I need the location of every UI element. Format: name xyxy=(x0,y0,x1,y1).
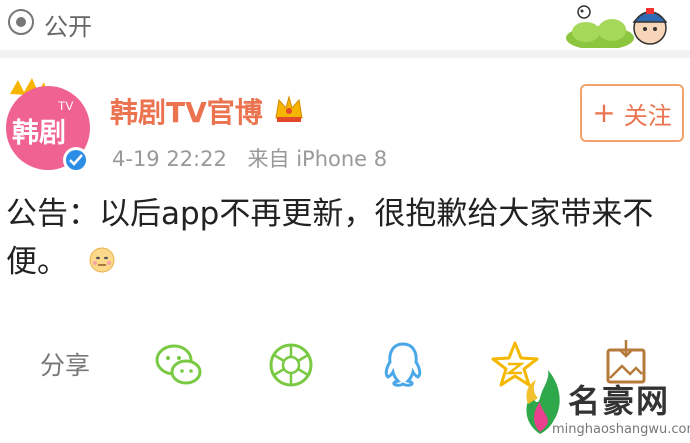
follow-button[interactable]: + 关注 xyxy=(580,84,684,142)
username[interactable]: 韩剧TV官博 xyxy=(110,91,263,131)
awkward-face-emoji xyxy=(88,240,116,288)
visibility-indicator[interactable]: 公开 xyxy=(6,6,92,42)
verified-badge-icon xyxy=(63,147,89,173)
timestamp: 4-19 22:22 xyxy=(112,147,227,171)
section-divider xyxy=(0,50,690,58)
author-row: 韩剧TV官博 xyxy=(110,91,305,131)
wechat-icon[interactable] xyxy=(152,338,206,392)
vip-crown-icon xyxy=(273,94,305,128)
avatar[interactable]: TV 韩剧 xyxy=(4,76,110,176)
share-label: 分享 xyxy=(40,351,91,380)
follow-label: 关注 xyxy=(623,101,672,130)
avatar-tv-text: TV xyxy=(58,99,73,113)
post-body: 公告：以后app不再更新，很抱歉给大家带来不便。 xyxy=(6,190,666,288)
watermark-title: 名豪网 xyxy=(568,383,671,419)
eye-icon xyxy=(6,7,36,41)
watermark: 名豪网 minghaoshangwu.com xyxy=(512,366,690,443)
source-label: 来自 iPhone 8 xyxy=(247,147,388,171)
watermark-url: minghaoshangwu.com xyxy=(552,422,690,437)
avatar-label: 韩剧 xyxy=(12,118,66,149)
visibility-label: 公开 xyxy=(44,12,92,41)
cartoon-sticker-icon xyxy=(566,5,668,48)
qq-icon[interactable] xyxy=(376,338,430,392)
top-bar: 公开 xyxy=(0,0,690,50)
moments-icon[interactable] xyxy=(264,338,318,392)
plus-icon: + xyxy=(592,96,616,129)
post-meta: 4-19 22:22 来自 iPhone 8 xyxy=(112,143,387,173)
